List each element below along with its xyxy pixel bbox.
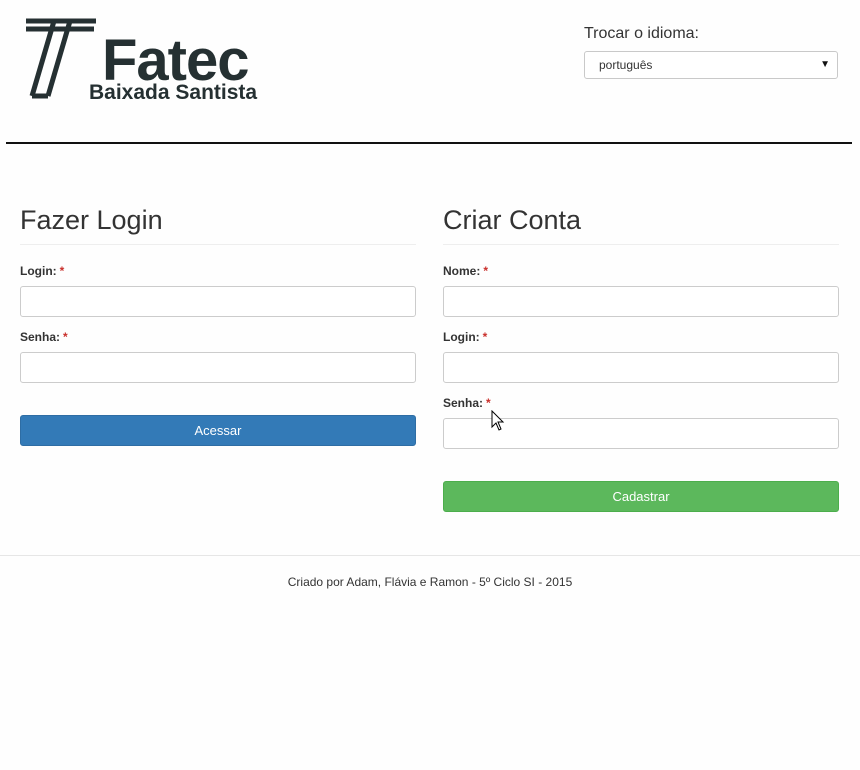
register-password-label: Senha: *	[443, 396, 491, 410]
mouse-cursor-icon	[491, 410, 505, 431]
footer-credits: Criado por Adam, Flávia e Ramon - 5º Cic…	[287, 575, 573, 589]
footer-divider	[0, 555, 860, 556]
login-username-label: Login: *	[20, 264, 65, 278]
required-mark: *	[482, 330, 488, 344]
register-form: Criar Conta Nome: * Login: * Senha: * Cadas…	[443, 200, 839, 512]
register-login-input[interactable]	[443, 352, 839, 383]
header-divider	[6, 142, 852, 144]
logo-subtitle-text: Baixada Santista	[89, 81, 258, 104]
login-password-input[interactable]	[20, 352, 416, 383]
language-selected-value: português	[599, 58, 653, 72]
login-form: Fazer Login Login: * Senha: * Acessar	[20, 200, 416, 446]
language-label: Trocar o idioma:	[584, 25, 699, 42]
register-title: Criar Conta	[443, 200, 839, 245]
register-submit-button[interactable]: Cadastrar	[443, 481, 839, 512]
login-title: Fazer Login	[20, 200, 416, 245]
required-mark: *	[63, 330, 68, 344]
required-mark: *	[483, 264, 489, 278]
fatec-logo: Fatec Baixada Santista	[24, 16, 269, 104]
login-submit-button[interactable]: Acessar	[20, 415, 416, 446]
register-login-label: Login: *	[443, 330, 488, 344]
register-name-label: Nome: *	[443, 264, 489, 278]
register-name-input[interactable]	[443, 286, 839, 317]
required-mark: *	[59, 264, 65, 278]
language-select[interactable]: português ▼	[584, 51, 838, 79]
chevron-down-icon: ▼	[820, 59, 830, 70]
login-username-input[interactable]	[20, 286, 416, 317]
login-password-label: Senha: *	[20, 330, 68, 344]
required-mark: *	[486, 396, 491, 410]
